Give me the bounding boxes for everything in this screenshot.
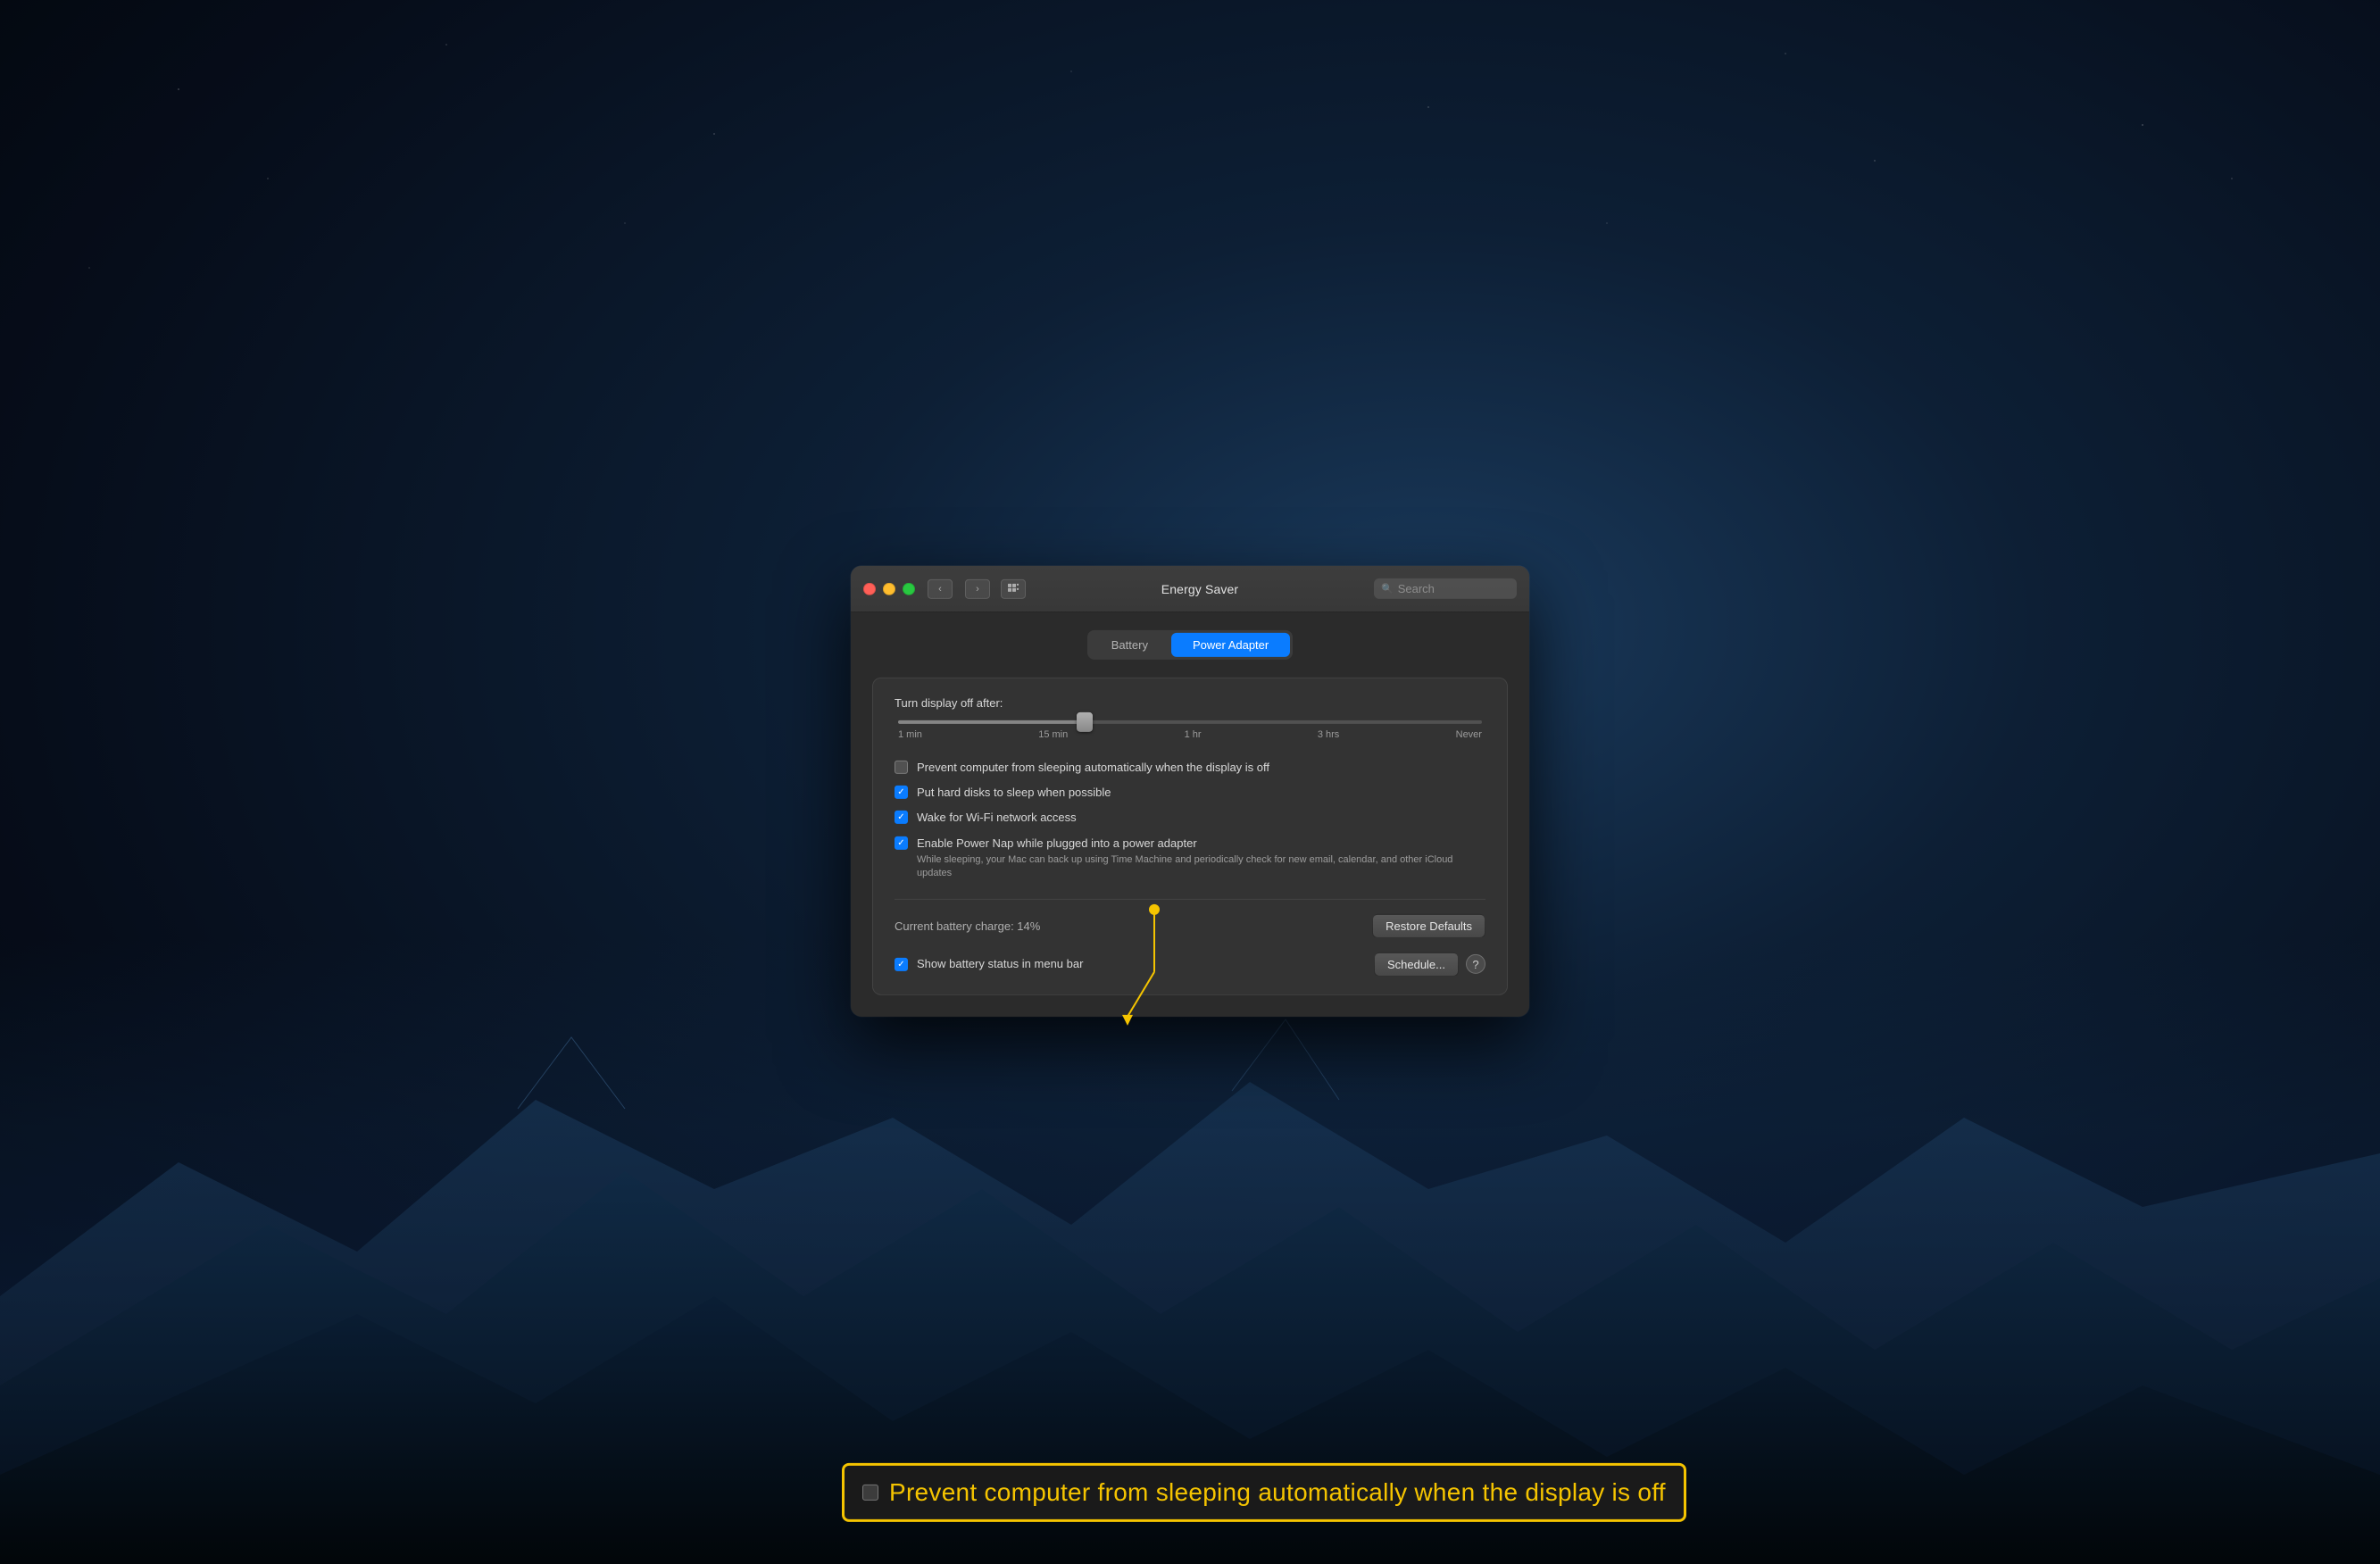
titlebar: ‹ › Energy Saver 🔍 Search: [851, 566, 1529, 612]
slider-mark-never: Never: [1456, 729, 1482, 740]
power-nap-label: Enable Power Nap while plugged into a po…: [917, 835, 1485, 880]
wifi-checkbox[interactable]: ✓: [895, 811, 908, 824]
tab-group: Battery Power Adapter: [1087, 630, 1293, 660]
slider-mark-1hr: 1 hr: [1185, 729, 1202, 740]
tabs-container: Battery Power Adapter: [872, 630, 1508, 660]
wifi-row: ✓ Wake for Wi-Fi network access: [895, 810, 1485, 826]
window-title: Energy Saver: [1033, 581, 1367, 595]
slider-fill: [898, 720, 1085, 724]
show-battery-left: ✓ Show battery status in menu bar: [895, 956, 1083, 972]
forward-icon: ›: [976, 583, 979, 594]
content-area: Battery Power Adapter Turn display off a…: [851, 612, 1529, 1017]
show-battery-checkbox[interactable]: ✓: [895, 958, 908, 971]
power-nap-checkbox[interactable]: ✓: [895, 836, 908, 849]
power-nap-row: ✓ Enable Power Nap while plugged into a …: [895, 835, 1485, 880]
slider-mark-15min: 15 min: [1038, 729, 1068, 740]
slider-mark-1min: 1 min: [898, 729, 922, 740]
hard-disks-label: Put hard disks to sleep when possible: [917, 785, 1111, 801]
prevent-sleep-label: Prevent computer from sleeping automatic…: [917, 760, 1269, 776]
close-button[interactable]: [863, 582, 876, 595]
slider-marks: 1 min 15 min 1 hr 3 hrs Never: [895, 729, 1485, 740]
search-placeholder: Search: [1398, 582, 1435, 595]
restore-defaults-button[interactable]: Restore Defaults: [1372, 913, 1485, 937]
grid-button[interactable]: [1001, 578, 1026, 598]
options-section: Prevent computer from sleeping automatic…: [895, 760, 1485, 881]
slider-thumb[interactable]: [1077, 712, 1093, 732]
prevent-sleep-checkbox[interactable]: [895, 761, 908, 774]
maximize-button[interactable]: [903, 582, 915, 595]
tab-power-adapter[interactable]: Power Adapter: [1171, 633, 1290, 657]
back-button[interactable]: ‹: [928, 578, 953, 598]
show-battery-label: Show battery status in menu bar: [917, 956, 1083, 972]
battery-status-row: Current battery charge: 14% Restore Defa…: [895, 913, 1485, 937]
minimize-button[interactable]: [883, 582, 895, 595]
schedule-button[interactable]: Schedule...: [1374, 952, 1459, 976]
search-box[interactable]: 🔍 Search: [1374, 578, 1517, 599]
slider-mark-3hrs: 3 hrs: [1318, 729, 1339, 740]
back-icon: ‹: [938, 583, 942, 594]
callout-box: Prevent computer from sleeping automatic…: [842, 1462, 1686, 1521]
slider-label: Turn display off after:: [895, 696, 1485, 710]
display-off-slider-section: Turn display off after: 1 min 15 min 1 h…: [895, 696, 1485, 740]
settings-panel: Turn display off after: 1 min 15 min 1 h…: [872, 678, 1508, 995]
callout-annotation: Prevent computer from sleeping automatic…: [842, 1462, 1686, 1521]
battery-status-label: Current battery charge: 14%: [895, 919, 1040, 932]
hard-disks-row: ✓ Put hard disks to sleep when possible: [895, 785, 1485, 801]
search-icon: 🔍: [1381, 583, 1394, 595]
hard-disks-checkbox[interactable]: ✓: [895, 786, 908, 799]
callout-text: Prevent computer from sleeping automatic…: [889, 1477, 1666, 1506]
prevent-sleep-row: Prevent computer from sleeping automatic…: [895, 760, 1485, 776]
callout-checkbox-icon: [862, 1484, 878, 1500]
grid-icon: [1007, 582, 1019, 595]
wifi-label: Wake for Wi-Fi network access: [917, 810, 1077, 826]
tab-battery[interactable]: Battery: [1090, 633, 1169, 657]
help-button[interactable]: ?: [1466, 954, 1485, 974]
bottom-section: Current battery charge: 14% Restore Defa…: [895, 898, 1485, 976]
show-battery-row: ✓ Show battery status in menu bar Schedu…: [895, 952, 1485, 976]
slider-track[interactable]: [898, 720, 1482, 724]
forward-button[interactable]: ›: [965, 578, 990, 598]
schedule-row: Schedule... ?: [1374, 952, 1485, 976]
